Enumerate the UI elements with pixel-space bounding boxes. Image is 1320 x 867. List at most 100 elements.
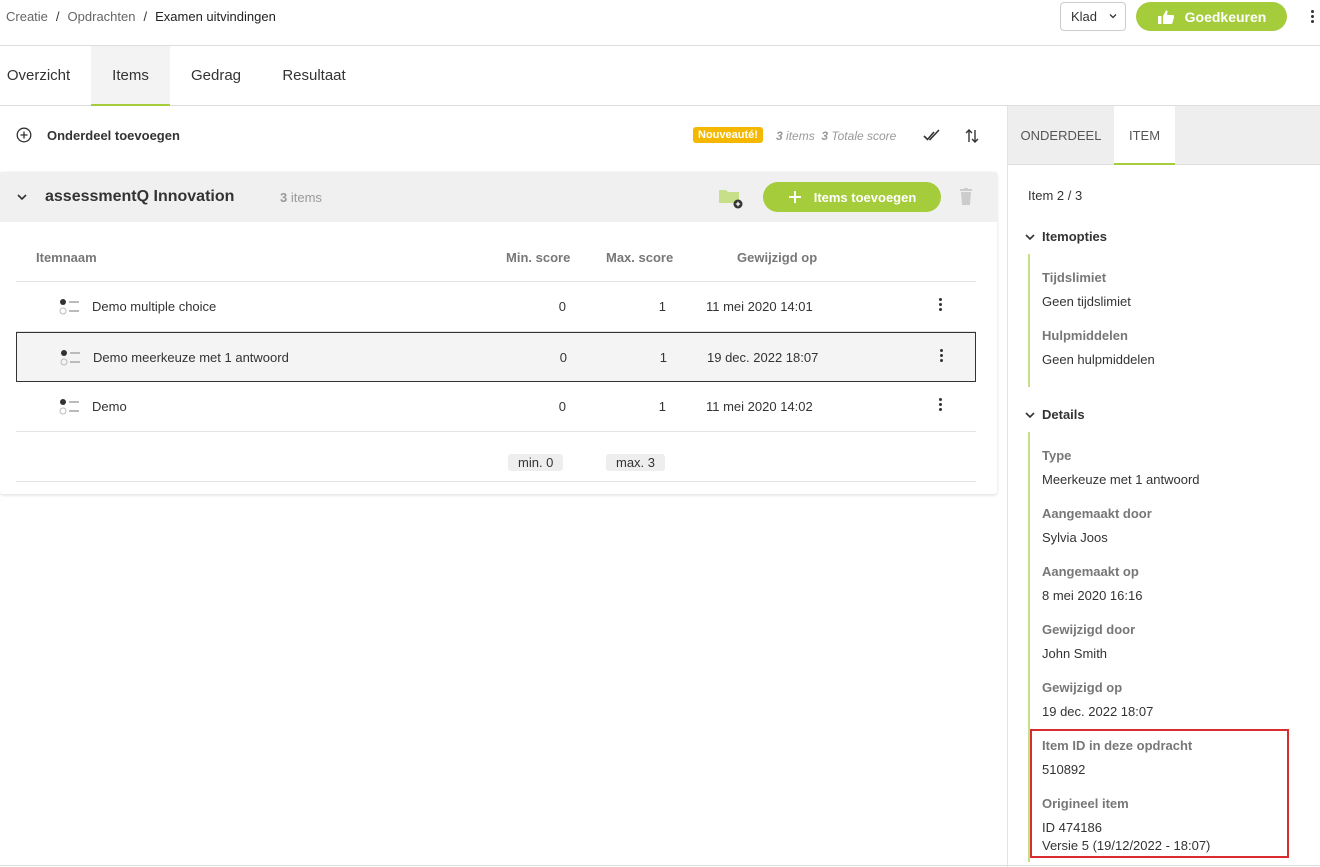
group-indicator — [1028, 254, 1030, 387]
tab-overzicht[interactable]: Overzicht — [0, 46, 77, 106]
breadcrumb-opdrachten[interactable]: Opdrachten — [68, 9, 136, 24]
breadcrumb-current: Examen uitvindingen — [155, 9, 276, 24]
add-section-label: Onderdeel toevoegen — [47, 127, 180, 143]
item-min-score: 0 — [559, 350, 567, 365]
chevron-down-icon — [1025, 233, 1035, 240]
field-value: 8 mei 2020 16:16 — [1042, 588, 1143, 603]
section-count-word: items — [290, 190, 322, 205]
itemopties-title: Itemopties — [1042, 229, 1108, 244]
add-section-button[interactable]: Onderdeel toevoegen — [16, 127, 180, 143]
chevron-down-icon — [1109, 14, 1117, 19]
add-items-button[interactable]: Items toevoegen — [763, 182, 941, 212]
multiple-choice-icon — [59, 299, 79, 315]
tab-resultaat[interactable]: Resultaat — [270, 46, 358, 106]
plus-icon — [788, 191, 801, 203]
field-label: Gewijzigd op — [1042, 680, 1123, 695]
total-score-label: Totale score — [831, 129, 897, 143]
column-header-max-score[interactable]: Max. score — [606, 250, 673, 265]
top-bar: Creatie / Opdrachten / Examen uitvindingen K… — [0, 0, 1320, 46]
max-score-total: max. 3 — [606, 454, 666, 471]
row-menu-icon[interactable] — [936, 298, 944, 314]
add-folder-icon[interactable] — [718, 187, 744, 209]
items-word: items — [786, 129, 815, 143]
add-items-label: Items toevoegen — [813, 189, 917, 205]
tab-item[interactable]: ITEM — [1114, 106, 1175, 165]
item-min-score: 0 — [558, 299, 566, 314]
field-value: 19 dec. 2022 18:07 — [1042, 704, 1154, 719]
breadcrumb-creatie[interactable]: Creatie — [6, 9, 48, 24]
multiple-choice-icon — [59, 399, 79, 415]
breadcrumb: Creatie / Opdrachten / Examen uitvindingen — [6, 9, 276, 24]
column-header-min-score[interactable]: Min. score — [506, 250, 570, 265]
table-row-selected[interactable]: Demo meerkeuze met 1 antwoord 0 1 19 dec… — [16, 332, 976, 382]
table-row[interactable]: Demo 0 1 11 mei 2020 14:02 — [16, 382, 976, 432]
item-max-score: 1 — [659, 350, 667, 365]
status-select-value: Klad — [1071, 9, 1098, 24]
highlight-box — [1030, 729, 1289, 858]
trash-icon[interactable] — [958, 188, 974, 206]
items-count: 3 — [776, 129, 783, 143]
field-value: Meerkeuze met 1 antwoord — [1042, 472, 1200, 487]
field-label: Type — [1042, 448, 1072, 463]
new-badge: Nouveauté! — [693, 127, 763, 143]
field-label: Hulpmiddelen — [1042, 328, 1128, 343]
items-toolbar: Onderdeel toevoegen Nouveauté! 3 items 3… — [0, 106, 1007, 164]
check-all-icon[interactable] — [922, 126, 942, 146]
item-max-score: 1 — [658, 399, 666, 414]
item-name: Demo multiple choice — [92, 299, 217, 314]
field-value: Sylvia Joos — [1042, 530, 1108, 545]
row-menu-icon[interactable] — [937, 349, 945, 365]
plus-circle-icon — [16, 127, 32, 143]
section-count-number: 3 — [280, 190, 288, 205]
section-count: 3 items — [280, 190, 322, 205]
column-header-modified[interactable]: Gewijzigd op — [737, 250, 817, 265]
items-pane: Onderdeel toevoegen Nouveauté! 3 items 3… — [0, 106, 1007, 867]
section-card: assessmentQ Innovation 3 items Items toe… — [0, 172, 997, 494]
breadcrumb-separator: / — [143, 9, 148, 24]
approve-label: Goedkeuren — [1184, 8, 1267, 25]
item-min-score: 0 — [558, 399, 566, 414]
field-label: Aangemaakt door — [1042, 506, 1152, 521]
footer-divider — [16, 481, 976, 482]
section-header[interactable]: assessmentQ Innovation 3 items Items toe… — [0, 172, 997, 222]
tab-onderdeel[interactable]: ONDERDEEL — [1008, 106, 1114, 165]
field-label: Tijdslimiet — [1042, 270, 1107, 285]
properties-panel: ONDERDEEL ITEM Item 2 / 3 Itemopties Tij… — [1007, 106, 1320, 867]
status-select[interactable]: Klad — [1060, 2, 1126, 31]
min-score-total: min. 0 — [508, 454, 564, 471]
details-title: Details — [1042, 407, 1085, 422]
details-toggle[interactable]: Details — [1025, 407, 1085, 422]
field-value: Geen hulpmiddelen — [1042, 352, 1155, 367]
row-menu-icon[interactable] — [936, 398, 944, 414]
chevron-down-icon[interactable] — [16, 192, 28, 202]
item-modified: 11 mei 2020 14:02 — [706, 399, 813, 414]
field-value: Geen tijdslimiet — [1042, 294, 1131, 309]
item-max-score: 1 — [658, 299, 666, 314]
breadcrumb-separator: / — [55, 9, 60, 24]
chevron-down-icon — [1025, 411, 1035, 418]
item-modified: 11 mei 2020 14:01 — [706, 299, 813, 314]
bottom-divider — [0, 865, 1320, 866]
field-label: Aangemaakt op — [1042, 564, 1139, 579]
items-stats: 3 items 3 Totale score — [776, 129, 896, 143]
field-value: John Smith — [1042, 646, 1108, 661]
section-title: assessmentQ Innovation — [45, 188, 235, 205]
item-name: Demo — [92, 399, 127, 414]
more-options-icon[interactable] — [1304, 6, 1320, 26]
itemopties-toggle[interactable]: Itemopties — [1025, 229, 1107, 244]
item-modified: 19 dec. 2022 18:07 — [707, 350, 819, 365]
table-row[interactable]: Demo multiple choice 0 1 11 mei 2020 14:… — [16, 282, 976, 332]
main-tabs: Overzicht Items Gedrag Resultaat — [0, 46, 1320, 106]
field-label: Gewijzigd door — [1042, 622, 1136, 637]
tab-gedrag[interactable]: Gedrag — [176, 46, 256, 106]
column-header-name[interactable]: Itemnaam — [36, 250, 97, 265]
panel-tabs: ONDERDEEL ITEM — [1008, 106, 1320, 165]
item-name: Demo meerkeuze met 1 antwoord — [93, 350, 289, 365]
tab-items[interactable]: Items — [91, 46, 170, 106]
approve-button[interactable]: Goedkeuren — [1136, 2, 1287, 31]
total-score-value: 3 — [821, 129, 829, 143]
item-counter: Item 2 / 3 — [1028, 188, 1083, 203]
sort-icon[interactable] — [962, 126, 982, 146]
thumbs-up-icon — [1157, 9, 1174, 24]
multiple-choice-icon — [60, 350, 80, 366]
